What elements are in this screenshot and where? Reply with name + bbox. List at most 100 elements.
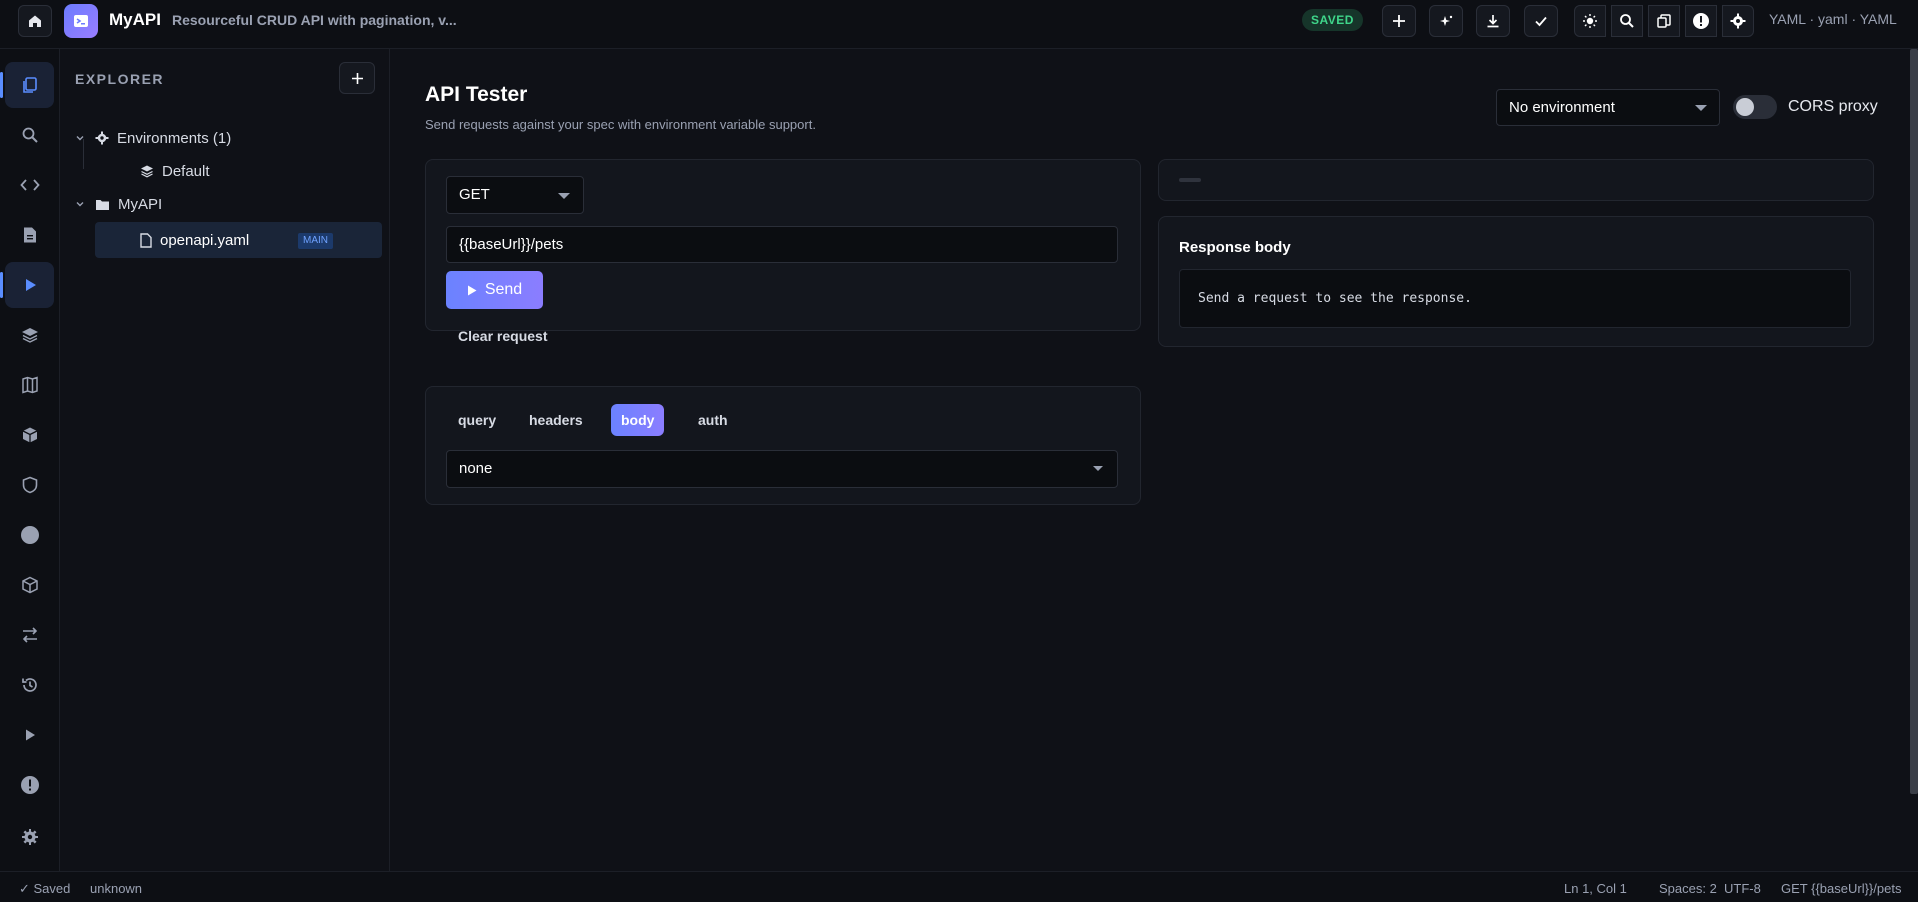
activity-security[interactable] bbox=[5, 462, 54, 508]
page-title: API Tester bbox=[425, 83, 528, 106]
problems-button[interactable] bbox=[1685, 5, 1717, 37]
url-input[interactable] bbox=[446, 226, 1118, 263]
activity-api-tester[interactable] bbox=[0, 262, 54, 308]
body-type-value: none bbox=[459, 460, 493, 477]
circle-icon bbox=[20, 525, 40, 545]
copy-icon bbox=[1656, 13, 1672, 29]
check-icon bbox=[1533, 13, 1549, 29]
activity-code[interactable] bbox=[5, 162, 54, 208]
page-subtitle: Send requests against your spec with env… bbox=[425, 117, 816, 132]
request-summary: GET {{baseUrl}}/pets bbox=[1781, 881, 1902, 896]
plus-icon bbox=[1392, 14, 1406, 28]
explorer-panel: EXPLORER Environments (1) Default MyAPI … bbox=[60, 49, 390, 871]
tree-item-environment-default[interactable]: Default bbox=[140, 156, 210, 186]
scrollbar[interactable] bbox=[1910, 49, 1918, 794]
tree-item-label: Environments (1) bbox=[117, 129, 232, 147]
settings-button[interactable] bbox=[1722, 5, 1754, 37]
app-logo bbox=[64, 4, 98, 38]
download-button[interactable] bbox=[1476, 5, 1510, 37]
request-card: GET Send Clear request bbox=[425, 159, 1141, 344]
sun-icon bbox=[1582, 13, 1598, 29]
tree-item-file-openapi[interactable]: openapi.yaml MAIN bbox=[95, 222, 382, 258]
code-icon bbox=[19, 176, 40, 194]
activity-map[interactable] bbox=[5, 362, 54, 408]
chevron-down-icon bbox=[558, 193, 570, 199]
status-bar: ✓ Saved unknown Ln 1, Col 1 Spaces: 2 UT… bbox=[0, 871, 1918, 902]
activity-search[interactable] bbox=[5, 112, 54, 158]
activity-models[interactable] bbox=[5, 562, 54, 608]
chevron-down-icon bbox=[75, 199, 85, 209]
tree-item-environments[interactable]: Environments (1) bbox=[75, 123, 231, 153]
home-button[interactable] bbox=[18, 5, 52, 37]
gear-icon bbox=[1730, 13, 1746, 29]
chevron-down-icon bbox=[75, 133, 85, 143]
explorer-add-button[interactable] bbox=[339, 62, 375, 94]
method-select[interactable]: GET bbox=[446, 176, 584, 214]
indent-setting[interactable]: Spaces: 2 bbox=[1659, 881, 1717, 896]
search-button[interactable] bbox=[1611, 5, 1643, 37]
cube-icon bbox=[21, 576, 39, 594]
new-button[interactable] bbox=[1382, 5, 1416, 37]
app-name: MyAPI bbox=[109, 10, 161, 29]
search-icon bbox=[21, 126, 39, 144]
tree-item-label: Default bbox=[162, 162, 210, 180]
activity-explorer[interactable] bbox=[0, 62, 54, 108]
tree-item-project[interactable]: MyAPI bbox=[75, 189, 162, 219]
send-button[interactable]: Send bbox=[446, 271, 543, 309]
layers-icon bbox=[21, 326, 39, 344]
alert-icon bbox=[20, 775, 40, 795]
activity-settings[interactable] bbox=[5, 814, 54, 860]
settings-icon bbox=[21, 828, 39, 846]
activity-layers[interactable] bbox=[5, 312, 54, 358]
branch-status: unknown bbox=[90, 881, 143, 896]
tab-auth[interactable]: auth bbox=[688, 404, 738, 436]
run-icon bbox=[23, 728, 37, 742]
tab-headers[interactable]: headers bbox=[519, 404, 593, 436]
method-select-value: GET bbox=[459, 186, 490, 203]
saved-badge: SAVED bbox=[1302, 9, 1363, 31]
plus-icon bbox=[351, 72, 364, 85]
main-file-badge: MAIN bbox=[298, 233, 333, 249]
environment-select-value: No environment bbox=[1509, 99, 1615, 116]
top-bar: MyAPI Resourceful CRUD API with paginati… bbox=[0, 0, 1918, 49]
activity-status[interactable] bbox=[5, 512, 54, 558]
status-placeholder bbox=[1179, 178, 1201, 182]
transfer-icon bbox=[21, 626, 39, 644]
ai-assist-button[interactable] bbox=[1429, 5, 1463, 37]
activity-run[interactable] bbox=[5, 712, 54, 758]
home-icon bbox=[27, 13, 43, 29]
cors-proxy-toggle[interactable] bbox=[1733, 95, 1777, 119]
chevron-down-icon bbox=[1093, 466, 1103, 471]
cursor-position[interactable]: Ln 1, Col 1 bbox=[1564, 881, 1627, 896]
tab-body[interactable]: body bbox=[611, 404, 665, 436]
play-icon bbox=[467, 285, 477, 296]
explorer-title: EXPLORER bbox=[75, 71, 165, 87]
file-icon bbox=[140, 232, 152, 248]
download-icon bbox=[1485, 13, 1501, 29]
activity-docs[interactable] bbox=[5, 212, 54, 258]
encoding[interactable]: UTF-8 bbox=[1724, 881, 1761, 896]
files-icon bbox=[21, 76, 39, 94]
response-status-bar bbox=[1158, 159, 1874, 201]
toggle-knob bbox=[1736, 98, 1754, 116]
terminal-icon bbox=[73, 13, 89, 29]
file-name: openapi.yaml bbox=[160, 231, 250, 249]
activity-history[interactable] bbox=[5, 662, 54, 708]
body-type-select[interactable]: none bbox=[446, 450, 1118, 488]
theme-toggle-button[interactable] bbox=[1574, 5, 1606, 37]
shield-icon bbox=[21, 476, 39, 494]
app-description: Resourceful CRUD API with pagination, v.… bbox=[172, 12, 457, 28]
response-title: Response body bbox=[1179, 239, 1291, 256]
tab-query[interactable]: query bbox=[448, 404, 506, 436]
search-icon bbox=[1619, 13, 1635, 29]
environment-select[interactable]: No environment bbox=[1496, 89, 1720, 126]
activity-problems[interactable] bbox=[5, 762, 54, 808]
send-label: Send bbox=[484, 281, 523, 298]
request-options-card: query headers body auth none bbox=[425, 386, 1141, 505]
activity-transform[interactable] bbox=[5, 612, 54, 658]
activity-packages[interactable] bbox=[5, 412, 54, 458]
validate-button[interactable] bbox=[1524, 5, 1558, 37]
package-icon bbox=[21, 426, 39, 444]
copy-button[interactable] bbox=[1648, 5, 1680, 37]
clear-request-button[interactable]: Clear request bbox=[458, 328, 547, 344]
